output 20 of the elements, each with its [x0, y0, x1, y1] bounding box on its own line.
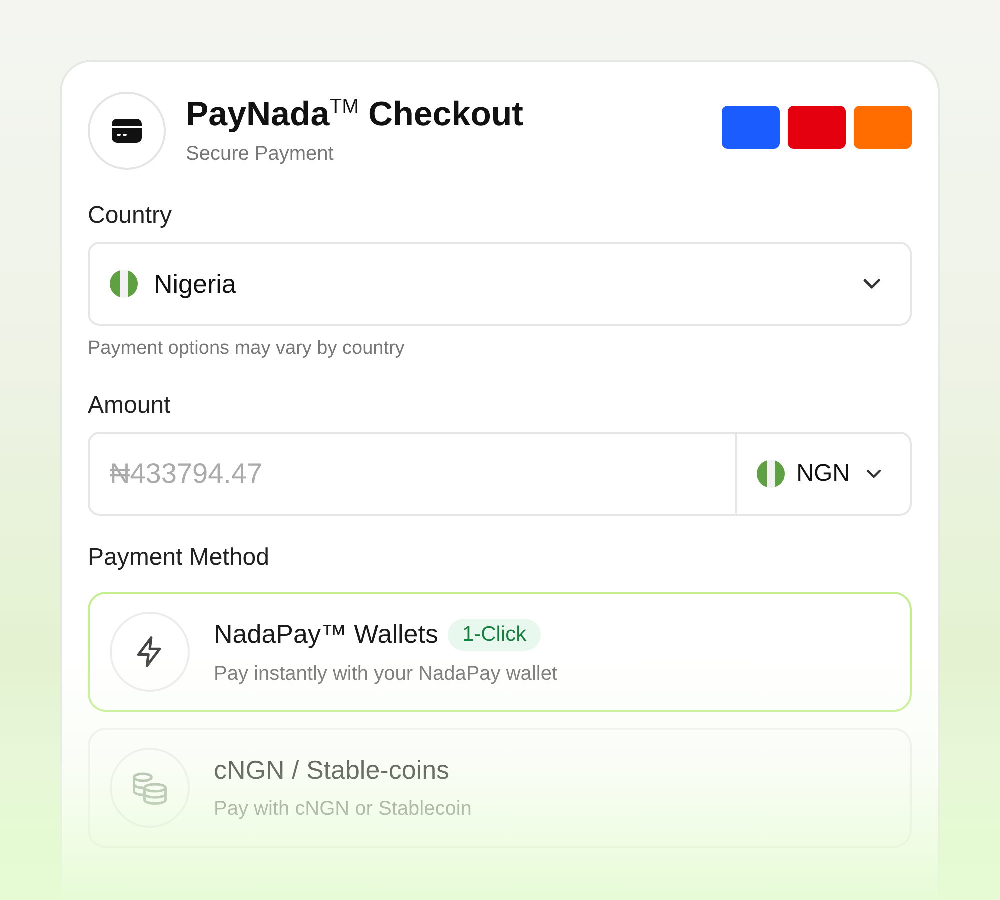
- section-label: Payment Method: [88, 544, 270, 572]
- option-title: cNGN / Stable-coins: [214, 755, 450, 786]
- country-select[interactable]: Nigeria: [88, 242, 912, 326]
- payment-option[interactable]: cNGN / Stable-coins Pay with cNGN or Stablecoin: [88, 728, 912, 848]
- option-description: Pay with cNGN or Stablecoin: [214, 798, 472, 821]
- nigeria-flag-icon: [110, 270, 138, 298]
- card-icon: [112, 119, 142, 143]
- nigeria-flag-icon: [756, 460, 785, 488]
- amount-field[interactable]: ₦433794.47 NGN: [88, 432, 912, 516]
- currency-select[interactable]: NGN: [734, 434, 910, 514]
- field-label: Country: [88, 202, 174, 230]
- field-label: Amount: [88, 392, 172, 420]
- option-title: NadaPay™ Wallets: [214, 619, 438, 650]
- option-badge: 1-Click: [448, 618, 541, 650]
- country-value: Nigeria: [154, 268, 238, 300]
- country-hint: Payment options may vary by country: [88, 338, 406, 360]
- payment-option[interactable]: NadaPay™ Wallets 1-Click Pay instantly with your NadaPay wallet: [88, 592, 912, 712]
- option-description: Pay instantly with your NadaPay wallet: [214, 662, 558, 686]
- checkout-subtitle: Secure Payment: [186, 143, 335, 166]
- checkout-title: PayNada$^{TM}$ Checkout: [186, 96, 524, 134]
